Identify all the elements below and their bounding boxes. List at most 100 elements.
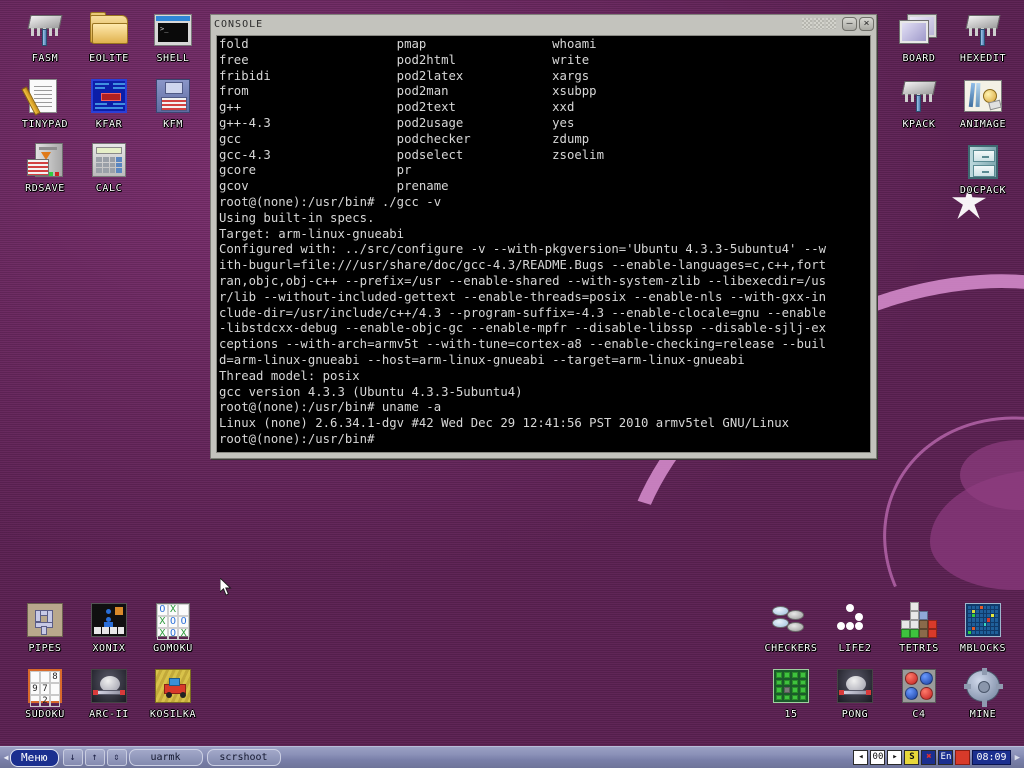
- taskbar-window-uarmk[interactable]: uarmk: [129, 749, 203, 766]
- floppy-disk-icon: [151, 76, 195, 116]
- restore-all-button[interactable]: ↑: [85, 749, 105, 766]
- desktop-icon-kosilka[interactable]: KOSILKA: [136, 666, 210, 720]
- taskbar[interactable]: ◀ Меню ↓ ↑ ⇕ uarmk scrshoot ◂ 00 ▸ S ✖ E…: [0, 746, 1024, 768]
- gomoku-game-icon: OX XOO XOX: [151, 600, 195, 640]
- roll-window-button[interactable]: ⇕: [107, 749, 127, 766]
- connect4-game-icon: [897, 666, 941, 706]
- prev-desktop-icon[interactable]: ◂: [853, 750, 868, 765]
- desktop-icon-label: BOARD: [882, 53, 956, 64]
- desktop-icon-label: SUDOKU: [8, 709, 82, 720]
- desktop-icon-label: KPACK: [882, 119, 956, 130]
- desktop-icon-hexedit[interactable]: HEXEDIT: [946, 10, 1020, 64]
- terminal-output-area[interactable]: fold pmap whoami free pod2html write fri…: [216, 35, 871, 453]
- desktop-icon-docpack[interactable]: DOCPACK: [946, 142, 1020, 196]
- desktop-icon-label: KFAR: [72, 119, 146, 130]
- windows-stack-icon: [897, 10, 941, 50]
- desktop[interactable]: FASM EOLITE >_ SHELL TINYPAD: [0, 0, 1024, 768]
- desktop-icon-label: FASM: [8, 53, 82, 64]
- clock[interactable]: 08:09: [972, 750, 1010, 765]
- folder-icon: [87, 10, 131, 50]
- desktop-icon-label: C4: [882, 709, 956, 720]
- desktop-icon-gomoku[interactable]: OX XOO XOX GOMOKU: [136, 600, 210, 654]
- mblocks-game-icon: [961, 600, 1005, 640]
- life-game-icon: [833, 600, 877, 640]
- desktop-number-icon[interactable]: 00: [870, 750, 885, 765]
- desktop-icon-label: ANIMAGE: [946, 119, 1020, 130]
- next-desktop-icon[interactable]: ▸: [887, 750, 902, 765]
- desktop-icon-eolite[interactable]: EOLITE: [72, 10, 146, 64]
- desktop-icon-label: KOSILKA: [136, 709, 210, 720]
- document-pencil-icon: [23, 76, 67, 116]
- desktop-icon-label: LIFE2: [818, 643, 892, 654]
- hammer-icon: [897, 76, 941, 116]
- window-title: CONSOLE: [214, 19, 263, 30]
- desktop-icon-animage[interactable]: ANIMAGE: [946, 76, 1020, 130]
- mouse-cursor: [220, 578, 232, 597]
- desktop-icon-rdsave[interactable]: RDSAVE: [8, 140, 82, 194]
- pong-game-icon: [833, 666, 877, 706]
- window-titlebar[interactable]: CONSOLE – ×: [211, 15, 876, 33]
- sudoku-game-icon: 8 97 2: [23, 666, 67, 706]
- desktop-icon-label: TETRIS: [882, 643, 956, 654]
- desktop-icon-checkers[interactable]: CHECKERS: [754, 600, 828, 654]
- desktop-icon-tetris[interactable]: TETRIS: [882, 600, 956, 654]
- desktop-icon-xonix[interactable]: XONIX: [72, 600, 146, 654]
- desktop-icon-board[interactable]: BOARD: [882, 10, 956, 64]
- hammer-icon: [961, 10, 1005, 50]
- desktop-icon-kfm[interactable]: KFM: [136, 76, 210, 130]
- desktop-icon-kfar[interactable]: KFAR: [72, 76, 146, 130]
- terminal-text: fold pmap whoami free pod2html write fri…: [217, 36, 870, 448]
- file-manager-icon: [87, 76, 131, 116]
- cabinet-icon: [961, 142, 1005, 182]
- desktop-icon-label: TINYPAD: [8, 119, 82, 130]
- desktop-icon-label: CALC: [72, 183, 146, 194]
- start-menu-button[interactable]: Меню: [10, 749, 59, 767]
- desktop-icon-mine[interactable]: MINE: [946, 666, 1020, 720]
- desktop-icon-sudoku[interactable]: 8 97 2 SUDOKU: [8, 666, 82, 720]
- pipes-game-icon: [23, 600, 67, 640]
- desktop-icon-label: XONIX: [72, 643, 146, 654]
- desktop-icon-15[interactable]: 15: [754, 666, 828, 720]
- xonix-game-icon: [87, 600, 131, 640]
- tray-expand-icon[interactable]: ▶: [1013, 753, 1020, 763]
- desktop-icon-pong[interactable]: PONG: [818, 666, 892, 720]
- desktop-icon-label: 15: [754, 709, 828, 720]
- desktop-icon-label: PIPES: [8, 643, 82, 654]
- ramdisk-save-icon: [23, 140, 67, 180]
- desktop-icon-calc[interactable]: CALC: [72, 140, 146, 194]
- desktop-icon-c4[interactable]: C4: [882, 666, 956, 720]
- desktop-icon-shell[interactable]: >_ SHELL: [136, 10, 210, 64]
- hammer-icon: [23, 10, 67, 50]
- titlebar-grip: [267, 18, 836, 30]
- desktop-icon-label: PONG: [818, 709, 892, 720]
- desktop-icon-life2[interactable]: LIFE2: [818, 600, 892, 654]
- desktop-icon-label: ARC-II: [72, 709, 146, 720]
- minimize-all-button[interactable]: ↓: [63, 749, 83, 766]
- desktop-icon-arc-ii[interactable]: ARC-II: [72, 666, 146, 720]
- desktop-icon-label: EOLITE: [72, 53, 146, 64]
- desktop-icon-label: MBLOCKS: [946, 643, 1020, 654]
- sound-icon[interactable]: S: [904, 750, 919, 765]
- mower-game-icon: [151, 666, 195, 706]
- minesweeper-game-icon: [961, 666, 1005, 706]
- desktop-icon-kpack[interactable]: KPACK: [882, 76, 956, 130]
- system-tray[interactable]: ◂ 00 ▸ S ✖ En 08:09 ▶: [853, 750, 1022, 765]
- minimize-button[interactable]: –: [842, 17, 857, 31]
- arcanoid-game-icon: [87, 666, 131, 706]
- desktop-icon-fasm[interactable]: FASM: [8, 10, 82, 64]
- console-window[interactable]: CONSOLE – × fold pmap whoami free pod2ht…: [210, 14, 877, 459]
- close-app-icon[interactable]: ✖: [921, 750, 936, 765]
- cpu-load-icon[interactable]: [955, 750, 970, 765]
- desktop-icon-label: MINE: [946, 709, 1020, 720]
- taskbar-window-scrshoot[interactable]: scrshoot: [207, 749, 281, 766]
- calculator-icon: [87, 140, 131, 180]
- desktop-icon-tinypad[interactable]: TINYPAD: [8, 76, 82, 130]
- close-button[interactable]: ×: [859, 17, 874, 31]
- desktop-icon-label: RDSAVE: [8, 183, 82, 194]
- image-editor-icon: [961, 76, 1005, 116]
- desktop-icon-mblocks[interactable]: MBLOCKS: [946, 600, 1020, 654]
- keyboard-layout-icon[interactable]: En: [938, 750, 953, 765]
- desktop-icon-pipes[interactable]: PIPES: [8, 600, 82, 654]
- desktop-icon-label: DOCPACK: [946, 185, 1020, 196]
- taskbar-collapse-icon[interactable]: ◀: [2, 750, 10, 766]
